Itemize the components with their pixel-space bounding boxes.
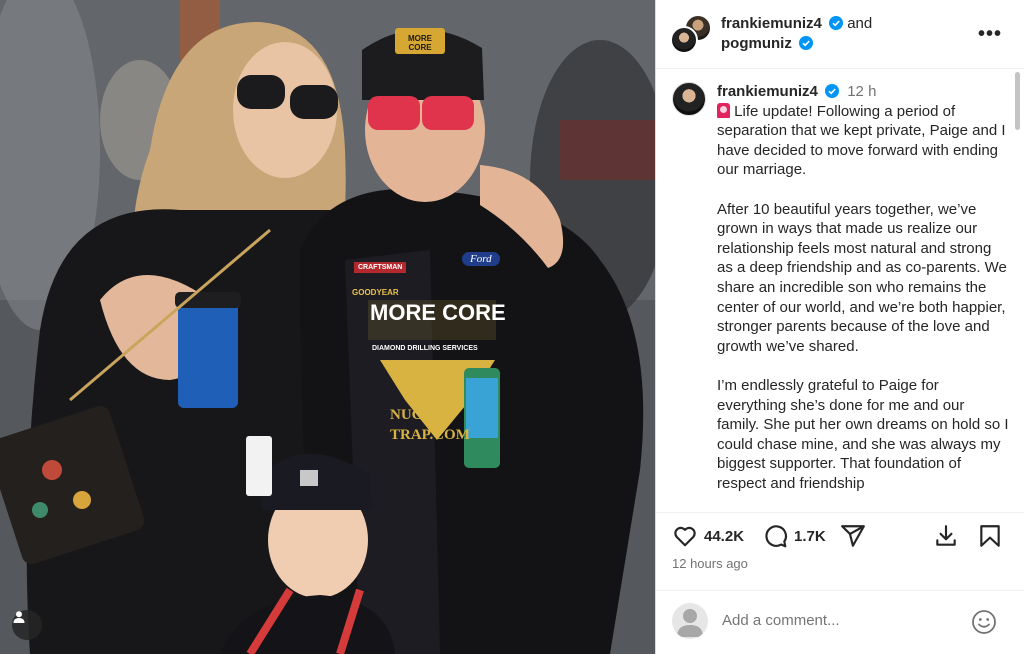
siren-emoji-icon: [717, 102, 730, 118]
comment-composer: [656, 590, 1024, 654]
bookmark-icon: [980, 525, 1000, 547]
verified-badge-icon: [799, 36, 813, 50]
default-user-icon: [677, 609, 703, 637]
photo-suit-sub: DIAMOND DRILLING SERVICES: [372, 345, 478, 352]
avatar[interactable]: [672, 82, 706, 116]
verified-badge-icon: [829, 16, 844, 30]
username-link[interactable]: pogmuniz: [721, 35, 792, 52]
tagged-people-button[interactable]: [12, 610, 42, 640]
caption-scroll-area[interactable]: frankiemuniz4 12 h Life update! Followin…: [656, 70, 1024, 510]
username-link[interactable]: frankiemuniz4: [721, 15, 822, 32]
emoji-icon[interactable]: [971, 609, 997, 635]
like-count[interactable]: 44.2K: [704, 528, 744, 545]
share-button[interactable]: [840, 523, 866, 549]
photo-suit-sponsor: NUGGET TRAP.COM: [390, 407, 470, 443]
avatar: [672, 603, 708, 639]
photo-ford-logo: Ford: [462, 252, 500, 266]
caption-paragraph: After 10 beautiful years together, we’ve…: [717, 200, 1007, 355]
caption-scrollbar[interactable]: [1015, 72, 1020, 130]
caption-fade: [656, 492, 1024, 510]
save-button[interactable]: [977, 523, 1003, 549]
caption-paragraph-text: Life update! Following a period of separ…: [717, 102, 1006, 179]
collab-avatars[interactable]: [670, 14, 714, 54]
collab-usernames: frankiemuniz4 and pogmuniz: [721, 14, 872, 54]
download-button[interactable]: [933, 523, 959, 549]
download-icon: [936, 525, 956, 546]
like-button[interactable]: 44.2K: [672, 523, 744, 549]
username-link[interactable]: frankiemuniz4: [717, 83, 818, 100]
photo-suit-brand: MORE CORE: [370, 300, 506, 325]
photo-craftsman-patch: CRAFTSMAN: [354, 262, 407, 273]
action-bar: 44.2K 1.7K: [656, 512, 1024, 552]
share-icon: [841, 525, 865, 547]
caption-paragraph: frankiemuniz4 12 h Life update! Followin…: [717, 82, 1009, 180]
post-side-panel: frankiemuniz4 and pogmuniz ••• frankiemu…: [655, 0, 1024, 654]
comment-button[interactable]: 1.7K: [762, 523, 826, 549]
avatar[interactable]: [670, 26, 698, 54]
comment-count[interactable]: 1.7K: [794, 528, 826, 545]
photo-illustration: [0, 0, 655, 654]
post-photo[interactable]: MORE CORE MORE CORE DIAMOND DRILLING SER…: [0, 0, 655, 654]
caption-paragraph: I’m endlessly grateful to Paige for ever…: [717, 376, 1009, 492]
user-icon: [13, 611, 25, 623]
post-timestamp[interactable]: 12 hours ago: [672, 556, 748, 571]
comment-icon: [765, 525, 788, 548]
comment-input[interactable]: [722, 612, 952, 629]
photo-goodyear-text: GOODYEAR: [352, 288, 399, 297]
more-options-button[interactable]: •••: [978, 24, 1002, 44]
heart-icon: [674, 526, 696, 547]
verified-badge-icon: [825, 84, 840, 98]
photo-cap-text: MORE CORE: [408, 34, 432, 52]
instagram-post-view: MORE CORE MORE CORE DIAMOND DRILLING SER…: [0, 0, 1024, 654]
caption-timestamp[interactable]: 12 h: [847, 83, 876, 100]
caption-text: frankiemuniz4 12 h Life update! Followin…: [717, 82, 1009, 510]
post-header: frankiemuniz4 and pogmuniz •••: [656, 0, 1024, 69]
connector-text: and: [847, 15, 873, 32]
